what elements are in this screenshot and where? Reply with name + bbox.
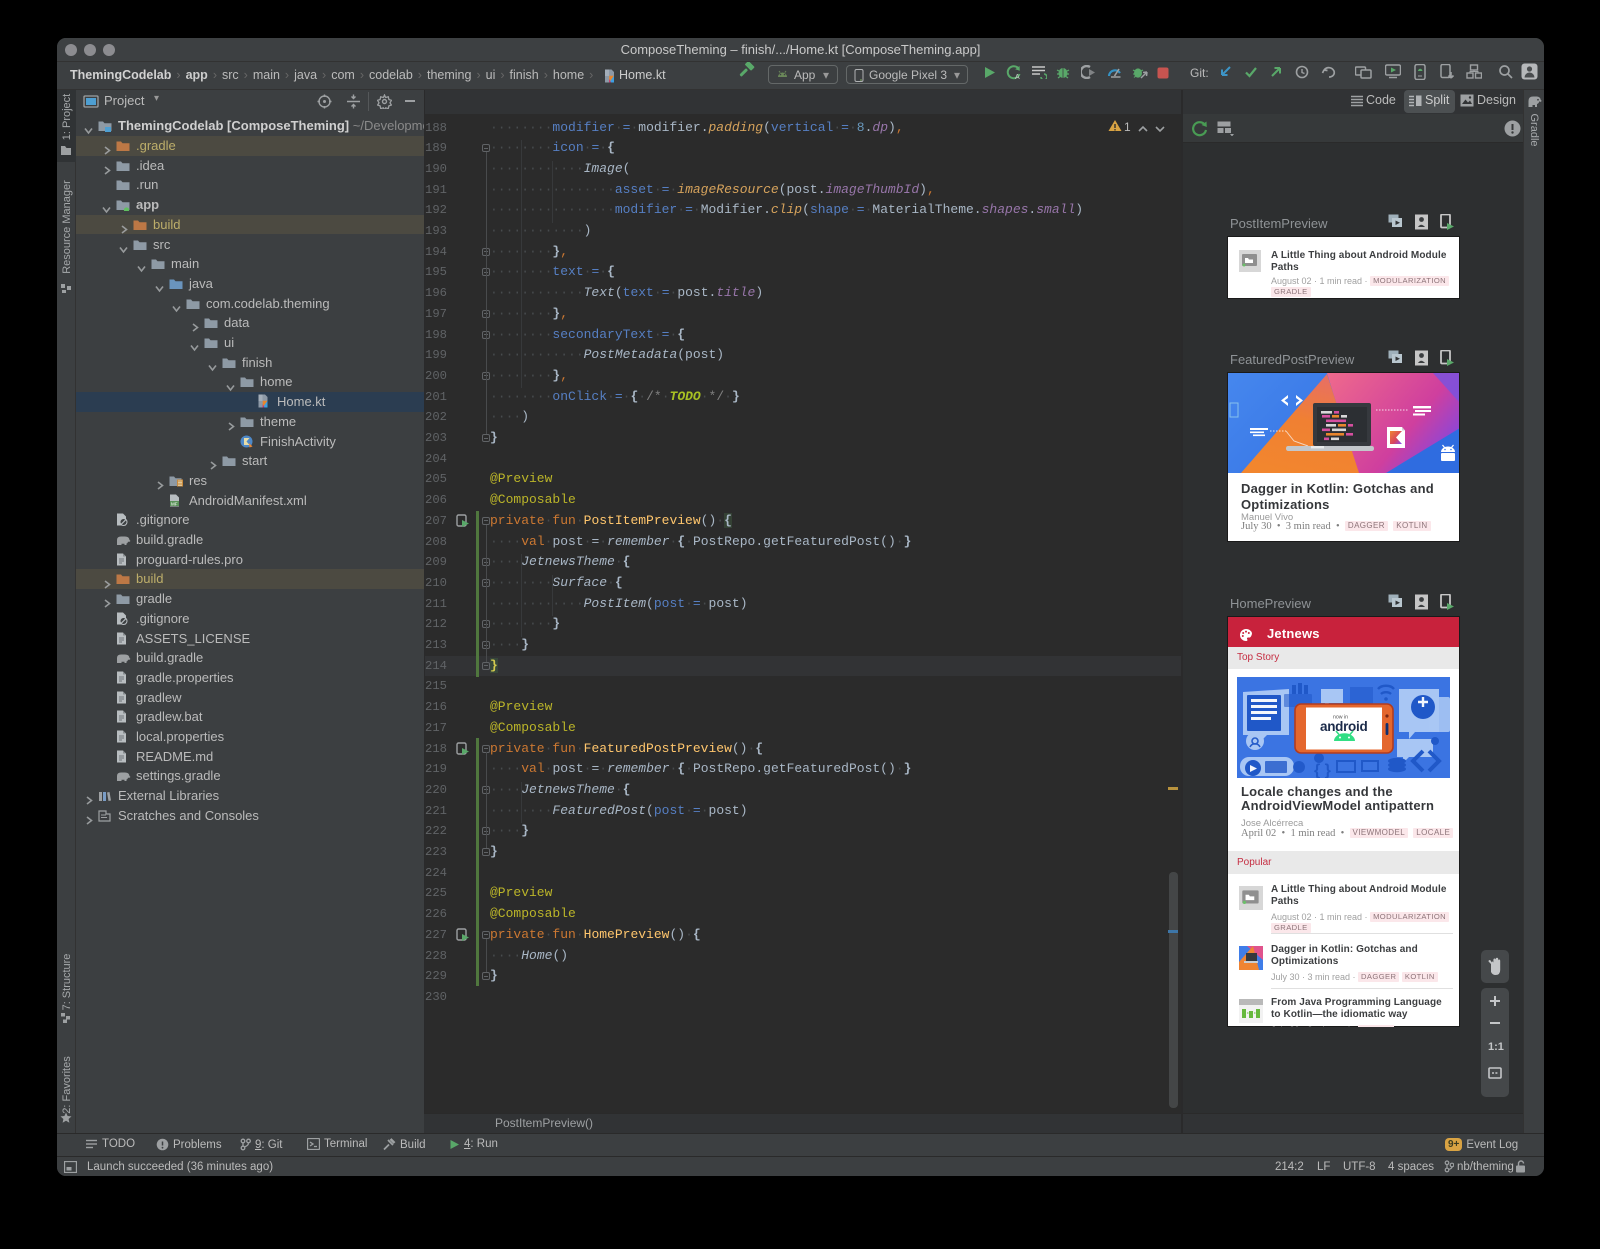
svg-text:MF: MF bbox=[171, 501, 178, 506]
svg-text:android: android bbox=[1320, 719, 1367, 734]
svg-text:1:1: 1:1 bbox=[1488, 1041, 1504, 1053]
svg-text:A: A bbox=[1015, 74, 1020, 80]
svg-text:{ }: { } bbox=[1314, 762, 1331, 778]
